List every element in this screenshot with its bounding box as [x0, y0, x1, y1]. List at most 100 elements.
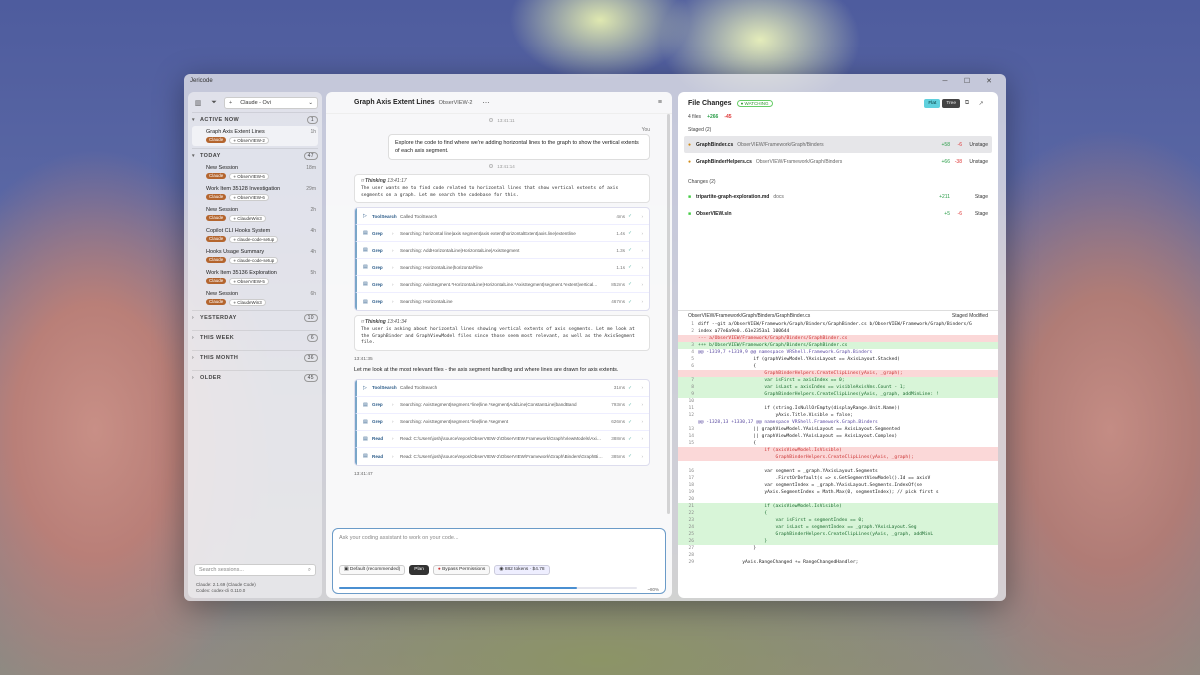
tool-call-row[interactable]: ▷ ToolSearch › Called ToolSearch 4ms ✓ ›	[355, 208, 649, 225]
tool-call-row[interactable]: ▤ Grep › Searching: AxisSegment.*Horizontal…	[355, 276, 649, 293]
composer[interactable]: Ask your coding assistant to work on you…	[332, 528, 666, 594]
maximize-icon[interactable]: ☐	[956, 77, 978, 85]
mode-selector[interactable]: ▣ Default (recommended)	[339, 565, 406, 575]
external-link-icon[interactable]: ↗	[974, 100, 988, 107]
group-yesterday[interactable]: › YESTERDAY 10	[192, 310, 318, 324]
session-item[interactable]: Graph Axis Extent Lines 1h Claude ● ObserVI…	[192, 126, 318, 146]
session-item[interactable]: New Session 2h Claude ● ClaudeWin3	[192, 204, 318, 224]
prompt-input[interactable]: Ask your coding assistant to work on you…	[339, 535, 659, 565]
unstage-button[interactable]: Unstage	[962, 142, 988, 148]
line-code: var isFirst = segmentIndex == 0;	[698, 518, 864, 523]
session-item[interactable]: Work Item 35128 Investigation 29m Claude ● …	[192, 183, 318, 203]
unstage-button[interactable]: Unstage	[962, 159, 988, 165]
thinking-header: ⌑ Thinking 13:41:34	[361, 319, 643, 327]
line-code: @@ -1319,7 +1319,9 @@ namespace VRShell.…	[698, 350, 873, 355]
file-name: GraphBinderHelpers.cs	[696, 158, 752, 165]
provider-badge: Claude	[206, 173, 227, 179]
thinking-block[interactable]: ⌑ Thinking 13:41:17 The user wants me to…	[354, 174, 650, 203]
line-number: 19	[688, 490, 694, 495]
session-item[interactable]: Hooks Usage Summary 4h Claude ● claude-code…	[192, 246, 318, 266]
tool-name: ToolSearch	[372, 213, 397, 219]
group-label: ACTIVE NOW	[200, 116, 240, 123]
diff-line: 18 var segmentIndex = _graph.YAxisLayout…	[678, 482, 998, 489]
file-status-icon: ■	[688, 210, 692, 217]
tool-call-row[interactable]: ▤ Read › Read: C:\Users\joshj\source\repos\…	[355, 447, 649, 465]
scrollbar[interactable]	[667, 114, 670, 514]
tool-description: Read: C:\Users\joshj\source\repos\ObserV…	[400, 436, 603, 441]
diff-line: 8 var isLast = axisIndex == visibleAxisV…	[678, 384, 998, 391]
file-change-row[interactable]: ■ tripartite-graph-exploration.md docs +211…	[684, 188, 992, 205]
menu-icon[interactable]: ≡	[658, 99, 662, 106]
tool-call-row[interactable]: ▤ Grep › Searching: AddHorizontalLine|Horiz…	[355, 242, 649, 259]
diff-line: 22 {	[678, 510, 998, 517]
session-item[interactable]: Copilot CLI Hooks System 4h Claude ● claude…	[192, 225, 318, 245]
plus-icon[interactable]: +	[229, 100, 232, 106]
tool-call-row[interactable]: ▤ Grep › Searching: AxisSegment|segment.*li…	[355, 396, 649, 414]
session-name: Copilot CLI Hooks System	[206, 228, 271, 234]
tool-call-row[interactable]: ▤ Grep › Searching: AxisSegment|segment.*li…	[355, 413, 649, 431]
tool-call-row[interactable]: ▤ Grep › Searching: HorizontalLine 467ms ✓ ›	[355, 293, 649, 310]
timestamp: 13:41:14	[354, 160, 650, 172]
filter-icon[interactable]: ⏷	[208, 97, 220, 109]
check-icon: ✓	[628, 418, 632, 424]
diff-view[interactable]: 1 diff --git a/ObserVIEW/Framework/Graph/…	[678, 321, 998, 566]
diff-line: 29 yAxis.RangeChanged += RangeChangedHan…	[678, 559, 998, 566]
diff-line: 21 if (axisViewModel.IsVisible)	[678, 503, 998, 510]
close-icon[interactable]: ✕	[978, 77, 1000, 85]
more-icon[interactable]: ⋯	[482, 99, 489, 107]
timestamp-text: 13:41:14	[497, 163, 515, 169]
line-code: @@ -1328,13 +1330,17 @@ namespace VRShel…	[698, 420, 878, 425]
group-this-month[interactable]: › THIS MONTH 36	[192, 350, 318, 364]
line-code: || graphViewModel.YAxisLayout == AxisLay…	[698, 427, 900, 432]
session-item[interactable]: New Session 18m Claude ● ObserVIEW-6	[192, 162, 318, 182]
chat-branch: ObserVIEW-2	[438, 99, 473, 106]
panel-toggle-icon[interactable]: ▥	[192, 97, 204, 109]
tool-description: Called ToolSearch	[400, 385, 438, 390]
model-selector[interactable]: + Claude - Ovi ⌄	[224, 97, 318, 109]
session-item[interactable]: New Session 6h Claude ● ClaudeWin3	[192, 288, 318, 308]
session-tags: Claude ● ObserVIEW-6	[206, 172, 316, 180]
flat-view-button[interactable]: Flat	[924, 98, 941, 108]
line-code: yAxis.SegmentIndex = Math.Max(0, segment…	[698, 490, 939, 495]
search-sessions[interactable]: Search sessions... ⌕	[194, 564, 316, 576]
stage-button[interactable]: Stage	[962, 211, 988, 217]
tool-icon: ▤	[363, 435, 368, 442]
minimize-icon[interactable]: ─	[934, 78, 956, 85]
plan-button[interactable]: Plan	[409, 565, 429, 575]
thinking-block[interactable]: ⌑ Thinking 13:41:34 The user is asking a…	[354, 315, 650, 351]
provider-badge: Claude	[206, 236, 227, 242]
tool-description: Searching: AxisSegment.*HorizontalLine|H…	[400, 281, 598, 287]
branch-label: claude-code-setup	[237, 236, 275, 242]
search-input[interactable]: Search sessions...	[199, 567, 308, 573]
group-today[interactable]: ▾ TODAY 47	[192, 148, 318, 162]
thinking-header: ⌑ Thinking 13:41:17	[361, 178, 643, 186]
line-code: GraphBinderHelpers.CreateClipLines(yAxis…	[698, 532, 934, 537]
group-this-week[interactable]: › THIS WEEK 6	[192, 330, 318, 344]
tool-icon: ▤	[363, 230, 368, 236]
tool-description: Called ToolSearch	[400, 213, 438, 219]
branch-label: ObserVIEW-6	[237, 173, 265, 179]
copy-icon[interactable]: ⧉	[960, 100, 974, 107]
line-code: +++ b/ObserVIEW/Framework/Graph/Binders/…	[698, 343, 848, 348]
file-change-row[interactable]: ■ ObserVIEW.sln +5 -6 Stage	[684, 205, 992, 222]
token-usage: ◉ 882 tokens · $4.78	[494, 565, 550, 575]
session-item[interactable]: Work Item 35136 Exploration 5h Claude ● Obs…	[192, 267, 318, 287]
group-active-now[interactable]: ▾ ACTIVE NOW 1	[192, 112, 318, 126]
tool-call-row[interactable]: ▤ Grep › Searching: HorizontalLine|horizont…	[355, 259, 649, 276]
file-change-row[interactable]: ● GraphBinder.cs ObserVIEW/Framework/Graph…	[684, 136, 992, 153]
tool-call-row[interactable]: ▷ ToolSearch › Called ToolSearch 31ms ✓ ›	[355, 379, 649, 397]
tree-view-button[interactable]: Tree	[942, 98, 960, 108]
line-code: var isFirst = axisIndex == 0;	[698, 378, 845, 383]
tool-call-row[interactable]: ▤ Grep › Searching: horizontal line|axis se…	[355, 225, 649, 242]
line-number: 8	[691, 385, 694, 390]
permission-toggle[interactable]: ● Bypass Permissions	[432, 565, 491, 575]
diff-line: 15 {	[678, 440, 998, 447]
chevron-right-icon: ›	[192, 314, 195, 321]
file-change-row[interactable]: ● GraphBinderHelpers.cs ObserVIEW/Framewor…	[684, 153, 992, 170]
line-number: 25	[688, 532, 694, 537]
group-older[interactable]: › OLDER 45	[192, 370, 318, 384]
line-number: 16	[688, 469, 694, 474]
tool-call-row[interactable]: ▤ Read › Read: C:\Users\joshj\source\repos\…	[355, 430, 649, 448]
stage-button[interactable]: Stage	[962, 194, 988, 200]
